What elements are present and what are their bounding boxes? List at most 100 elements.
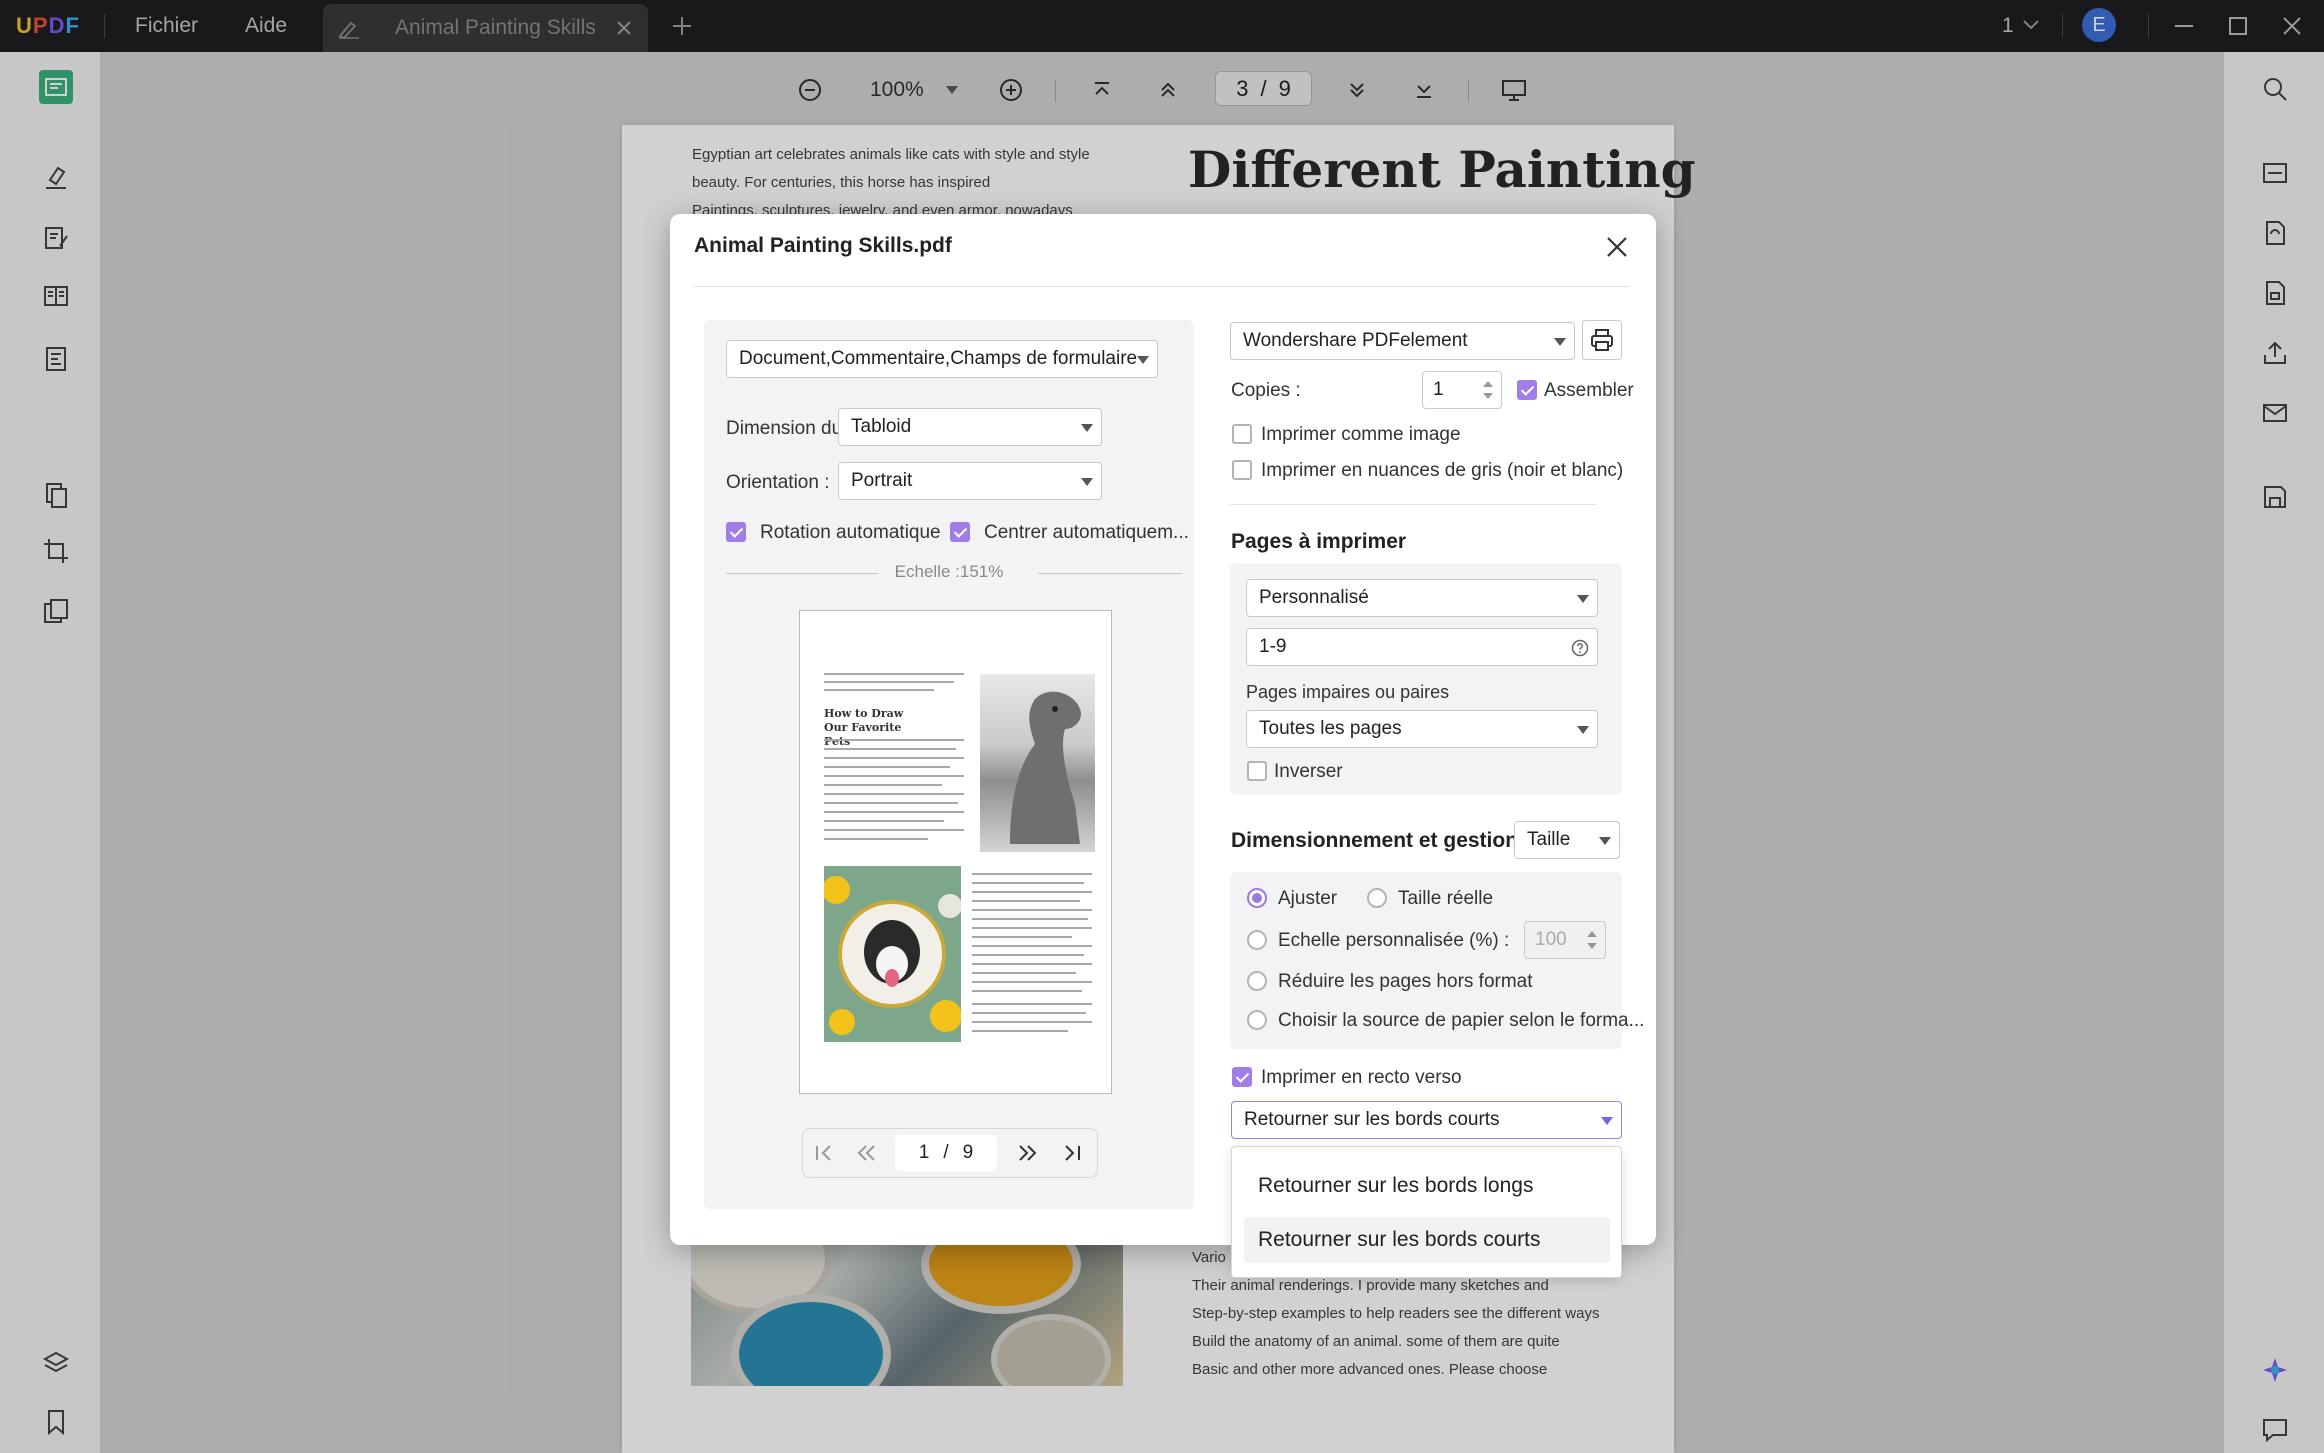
paper-size-select[interactable]: Tabloid <box>838 408 1102 446</box>
dialog-title: Animal Painting Skills.pdf <box>694 234 952 257</box>
preview-text-line <box>824 784 942 786</box>
preview-text-line <box>972 909 1092 911</box>
reverse-checkbox[interactable] <box>1247 761 1267 781</box>
preview-text-line <box>824 802 958 804</box>
close-icon[interactable] <box>1604 234 1630 260</box>
actual-size-label: Taille réelle <box>1398 888 1494 909</box>
preview-text-line <box>824 681 954 683</box>
print-as-image-checkbox[interactable] <box>1232 424 1252 444</box>
grayscale-checkbox[interactable] <box>1232 460 1252 480</box>
preview-text-line <box>824 838 928 840</box>
fit-radio[interactable] <box>1247 888 1267 908</box>
preview-text-line <box>972 945 1092 947</box>
preview-text-line <box>824 811 964 813</box>
paper-source-label: Choisir la source de papier selon le for… <box>1278 1010 1645 1031</box>
preview-text-line <box>972 1021 1092 1023</box>
custom-scale-radio[interactable] <box>1247 930 1267 950</box>
preview-current-page[interactable]: 1 <box>919 1142 930 1164</box>
auto-rotate-label: Rotation automatique <box>760 522 941 543</box>
orientation-label: Orientation : <box>726 472 830 493</box>
first-page-icon[interactable] <box>811 1141 837 1165</box>
option-long-edge[interactable]: Retourner sur les bords longs <box>1244 1163 1610 1209</box>
paper-size-value: Tabloid <box>851 416 912 437</box>
printer-select[interactable]: Wondershare PDFelement <box>1230 322 1575 360</box>
custom-scale-spinner[interactable]: 100 <box>1524 921 1606 959</box>
option-short-edge[interactable]: Retourner sur les bords courts <box>1244 1217 1610 1263</box>
dog-wreath-image <box>824 866 961 1042</box>
duplex-checkbox[interactable] <box>1232 1067 1252 1087</box>
pages-range-input[interactable]: 1-9 <box>1246 628 1598 666</box>
paper-source-radio[interactable] <box>1247 1010 1267 1030</box>
auto-center-checkbox[interactable] <box>950 522 970 542</box>
printer-icon <box>1591 329 1613 351</box>
preview-text-line <box>972 1030 1068 1032</box>
preview-text-line <box>972 1003 1092 1005</box>
duplex-label: Imprimer en recto verso <box>1261 1067 1462 1088</box>
divider <box>694 286 1630 287</box>
grayscale-label: Imprimer en nuances de gris (noir et bla… <box>1261 460 1624 481</box>
copies-value[interactable]: 1 <box>1433 379 1444 401</box>
preview-text-line <box>824 766 950 768</box>
preview-text-line <box>824 673 964 675</box>
shrink-label: Réduire les pages hors format <box>1278 971 1533 992</box>
pages-section-title: Pages à imprimer <box>1231 530 1407 553</box>
preview-text-line <box>972 927 1092 929</box>
help-icon[interactable] <box>1571 639 1589 657</box>
pages-range-value[interactable]: 1-9 <box>1259 636 1286 658</box>
preview-total-pages: 9 <box>962 1142 974 1163</box>
preview-text-line <box>972 954 1084 956</box>
print-content-value: Document,Commentaire,Champs de formulair… <box>739 348 1138 369</box>
preview-text-line <box>972 918 1088 920</box>
odd-even-value: Toutes les pages <box>1259 718 1402 739</box>
page-separator: / <box>943 1142 949 1163</box>
shrink-radio[interactable] <box>1247 971 1267 991</box>
print-content-select[interactable]: Document,Commentaire,Champs de formulair… <box>726 340 1158 378</box>
preview-text-line <box>972 990 1082 992</box>
previous-page-icon[interactable] <box>853 1141 879 1165</box>
copies-label: Copies : <box>1231 380 1301 401</box>
print-dialog: Animal Painting Skills.pdf Document,Comm… <box>670 214 1656 1245</box>
preview-text-line <box>824 775 964 777</box>
reverse-label: Inverser <box>1274 761 1343 782</box>
last-page-icon[interactable] <box>1059 1141 1085 1165</box>
preview-text-line <box>824 748 956 750</box>
preview-heading: How to Draw Our Favorite Pets <box>824 707 904 748</box>
preview-text-line <box>824 757 964 759</box>
sizing-mode-value: Taille <box>1527 829 1571 850</box>
print-preview-page: How to Draw Our Favorite Pets <box>799 610 1112 1094</box>
preview-text-line <box>972 972 1076 974</box>
duplex-select[interactable]: Retourner sur les bords courts <box>1231 1101 1622 1139</box>
sizing-section-title: Dimensionnement et gestion. <box>1231 829 1524 852</box>
pages-mode-select[interactable]: Personnalisé <box>1246 579 1598 617</box>
sizing-mode-select[interactable]: Taille <box>1514 821 1620 859</box>
preview-text-line <box>824 829 964 831</box>
auto-center-label: Centrer automatiquem... <box>984 522 1189 543</box>
printer-value: Wondershare PDFelement <box>1243 330 1468 351</box>
collate-checkbox[interactable] <box>1517 380 1537 400</box>
divider <box>1038 573 1182 574</box>
collate-label: Assembler <box>1544 380 1634 401</box>
preview-text-line <box>824 739 964 741</box>
preview-text-line <box>972 900 1080 902</box>
preview-text-line <box>972 891 1092 893</box>
next-page-icon[interactable] <box>1015 1141 1041 1165</box>
preview-text-line <box>824 793 964 795</box>
dog-sketch-image <box>980 674 1095 852</box>
orientation-select[interactable]: Portrait <box>838 462 1102 500</box>
odd-even-select[interactable]: Toutes les pages <box>1246 710 1598 748</box>
preview-text-line <box>824 689 934 691</box>
preview-text-line <box>824 820 944 822</box>
duplex-value: Retourner sur les bords courts <box>1244 1109 1500 1130</box>
odd-even-label: Pages impaires ou paires <box>1246 682 1450 702</box>
preview-text-line <box>972 873 1092 875</box>
print-as-image-label: Imprimer comme image <box>1261 424 1461 445</box>
preview-pager: 1 / 9 <box>802 1128 1098 1178</box>
auto-rotate-checkbox[interactable] <box>726 522 746 542</box>
actual-size-radio[interactable] <box>1367 888 1387 908</box>
preview-panel: Document,Commentaire,Champs de formulair… <box>704 320 1194 1209</box>
fit-label: Ajuster <box>1278 888 1338 909</box>
preview-text-line <box>972 936 1072 938</box>
copies-spinner[interactable]: 1 <box>1422 371 1502 409</box>
printer-properties-button[interactable] <box>1582 320 1622 360</box>
preview-page-box[interactable]: 1 / 9 <box>895 1135 997 1171</box>
